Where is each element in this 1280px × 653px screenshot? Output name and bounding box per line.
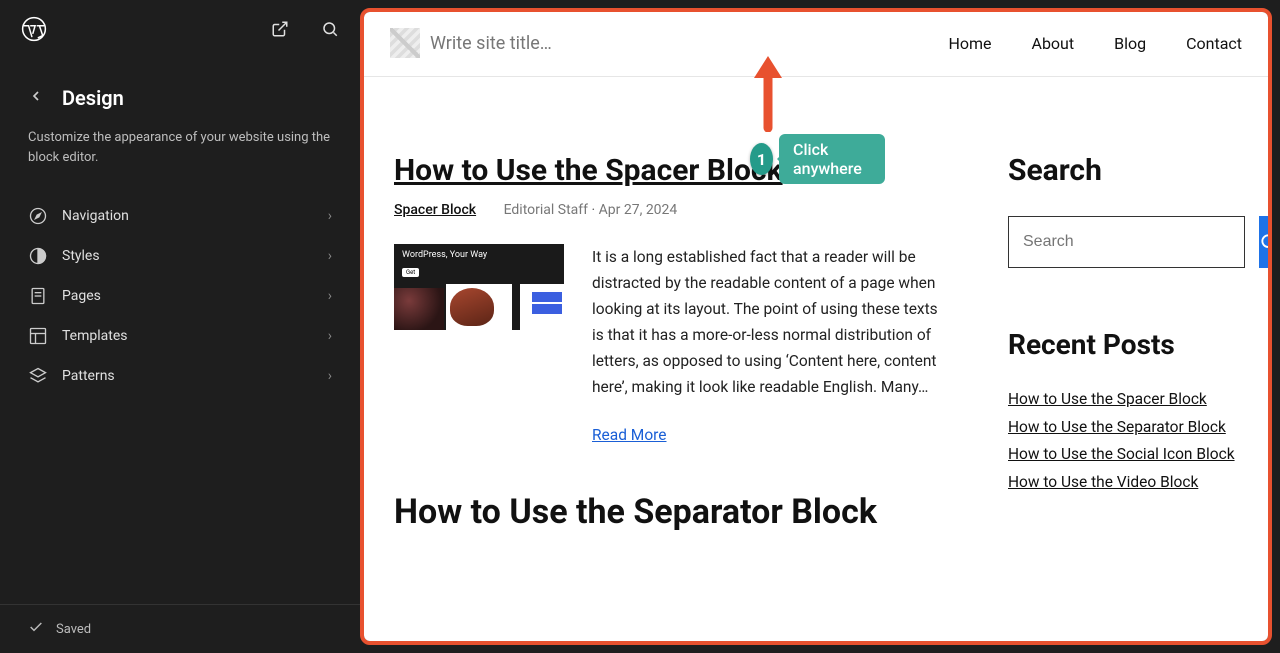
sidebar-header: Design bbox=[0, 58, 360, 122]
site-header[interactable]: Write site title… Home About Blog Contac… bbox=[364, 12, 1268, 77]
chevron-right-icon: › bbox=[328, 208, 332, 224]
sidebar-item-label: Pages bbox=[62, 288, 101, 304]
layout-icon bbox=[28, 326, 48, 346]
post-thumbnail[interactable]: WordPress, Your Way Get bbox=[394, 244, 564, 330]
sidebar-item-navigation[interactable]: Navigation › bbox=[12, 196, 348, 236]
patterns-icon bbox=[28, 366, 48, 386]
saved-status: Saved bbox=[56, 622, 91, 637]
sidebar-footer: Saved bbox=[0, 604, 360, 653]
post-excerpt-wrap: It is a long established fact that a rea… bbox=[592, 244, 948, 444]
chevron-right-icon: › bbox=[328, 328, 332, 344]
sidebar-item-patterns[interactable]: Patterns › bbox=[12, 356, 348, 396]
sidebar-item-label: Navigation bbox=[62, 208, 129, 224]
sidebar-top-actions bbox=[266, 15, 344, 43]
post-meta: Spacer Block Editorial Staff · Apr 27, 2… bbox=[394, 202, 948, 218]
site-title-input[interactable]: Write site title… bbox=[430, 33, 552, 54]
compass-icon bbox=[28, 206, 48, 226]
app-root: Design Customize the appearance of your … bbox=[0, 0, 1280, 653]
back-button[interactable] bbox=[28, 88, 44, 108]
sidebar-widgets: Search Recent Posts How to Use the Space… bbox=[1008, 153, 1238, 546]
editor-canvas[interactable]: Write site title… Home About Blog Contac… bbox=[360, 8, 1272, 645]
nav-link-home[interactable]: Home bbox=[948, 34, 991, 53]
sidebar-item-templates[interactable]: Templates › bbox=[12, 316, 348, 356]
chevron-right-icon: › bbox=[328, 248, 332, 264]
chevron-right-icon: › bbox=[328, 368, 332, 384]
post-title[interactable]: How to Use the Spacer Block bbox=[394, 153, 948, 188]
contrast-icon bbox=[28, 246, 48, 266]
sidebar-title: Design bbox=[62, 86, 124, 110]
post-body: WordPress, Your Way Get It is a long est… bbox=[394, 244, 948, 444]
recent-post-link[interactable]: How to Use the Social Icon Block bbox=[1008, 442, 1238, 468]
post: How to Use the Separator Block bbox=[394, 492, 948, 532]
editor-sidebar: Design Customize the appearance of your … bbox=[0, 0, 360, 653]
read-more-link[interactable]: Read More bbox=[592, 426, 667, 444]
thumb-headline: WordPress, Your Way bbox=[402, 250, 487, 260]
page-icon bbox=[28, 286, 48, 306]
post-excerpt: It is a long established fact that a rea… bbox=[592, 244, 948, 400]
recent-post-link[interactable]: How to Use the Video Block bbox=[1008, 470, 1238, 496]
search-input[interactable] bbox=[1008, 216, 1245, 268]
search-widget bbox=[1008, 216, 1238, 268]
sidebar-item-label: Styles bbox=[62, 248, 100, 264]
content-area: How to Use the Spacer Block Spacer Block… bbox=[364, 77, 1268, 566]
search-button[interactable] bbox=[1259, 216, 1272, 268]
open-external-icon[interactable] bbox=[266, 15, 294, 43]
post-category-link[interactable]: Spacer Block bbox=[394, 202, 476, 218]
canvas-wrap: Write site title… Home About Blog Contac… bbox=[360, 0, 1280, 653]
sidebar-item-label: Patterns bbox=[62, 368, 115, 384]
sidebar-item-pages[interactable]: Pages › bbox=[12, 276, 348, 316]
sidebar-item-styles[interactable]: Styles › bbox=[12, 236, 348, 276]
recent-posts-widget: Recent Posts How to Use the Spacer Block… bbox=[1008, 328, 1238, 495]
nav-link-about[interactable]: About bbox=[1032, 34, 1075, 53]
nav-link-blog[interactable]: Blog bbox=[1114, 34, 1146, 53]
chevron-right-icon: › bbox=[328, 288, 332, 304]
main-column: How to Use the Spacer Block Spacer Block… bbox=[394, 153, 948, 546]
nav-link-contact[interactable]: Contact bbox=[1186, 34, 1242, 53]
recent-post-link[interactable]: How to Use the Separator Block bbox=[1008, 415, 1238, 441]
post-date: Apr 27, 2024 bbox=[599, 202, 678, 218]
recent-posts-heading: Recent Posts bbox=[1008, 328, 1238, 361]
site-nav: Home About Blog Contact bbox=[948, 34, 1242, 53]
sidebar-nav-list: Navigation › Styles › Pages bbox=[0, 190, 360, 402]
site-logo-placeholder[interactable] bbox=[390, 28, 420, 58]
post-author: Editorial Staff bbox=[504, 202, 588, 218]
search-icon bbox=[1259, 232, 1272, 252]
post: How to Use the Spacer Block Spacer Block… bbox=[394, 153, 948, 444]
post-title[interactable]: How to Use the Separator Block bbox=[394, 492, 948, 532]
site-brand: Write site title… bbox=[390, 28, 552, 58]
sidebar-item-label: Templates bbox=[62, 328, 128, 344]
wordpress-logo[interactable] bbox=[20, 15, 48, 43]
check-icon bbox=[28, 619, 44, 639]
recent-post-link[interactable]: How to Use the Spacer Block bbox=[1008, 387, 1238, 413]
sidebar-topbar bbox=[0, 0, 360, 58]
sidebar-description: Customize the appearance of your website… bbox=[0, 122, 360, 190]
search-icon[interactable] bbox=[316, 15, 344, 43]
search-heading: Search bbox=[1008, 153, 1238, 188]
